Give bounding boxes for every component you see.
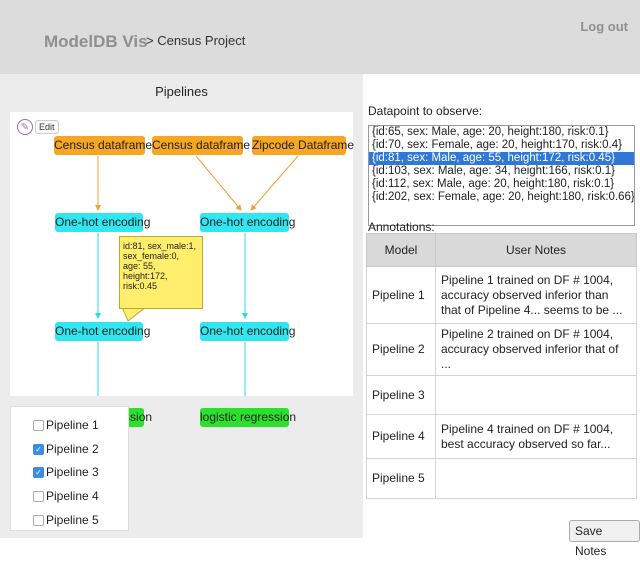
model-cell: Pipeline 2: [366, 323, 436, 376]
datapoint-tooltip: id:81, sex_male:1, sex_female:0, age: 55…: [119, 236, 203, 309]
datapoint-option[interactable]: {id:70, sex: Female, age: 20, height:170…: [369, 139, 634, 152]
checkbox[interactable]: ✓: [33, 490, 44, 502]
node-one-hot-encoding[interactable]: One-hot encoding: [200, 322, 295, 341]
save-notes-button[interactable]: Save Notes: [569, 520, 640, 558]
model-cell: Pipeline 1: [366, 266, 436, 324]
pipeline-5-toggle[interactable]: ✓ Pipeline 5: [33, 513, 99, 527]
datapoint-option[interactable]: {id:103, sex: Male, age: 34, height:166,…: [369, 165, 634, 178]
notes-cell[interactable]: [435, 458, 637, 499]
details-panel: Datapoint to observe: {id:65, sex: Male,…: [363, 74, 640, 558]
node-census-dataframe[interactable]: Census dataframe: [152, 136, 250, 155]
notes-cell[interactable]: Pipeline 2 trained on DF # 1004, accurac…: [435, 323, 637, 376]
pipeline-label: Pipeline 1: [46, 418, 99, 432]
table-row: Pipeline 1 Pipeline 1 trained on DF # 10…: [366, 266, 637, 324]
datapoint-option[interactable]: {id:202, sex: Female, age: 20, height:18…: [369, 191, 634, 204]
datapoint-listbox[interactable]: {id:65, sex: Male, age: 20, height:180, …: [368, 125, 635, 226]
tooltip-line: sex_female:0,: [123, 251, 180, 261]
pipelines-panel: Pipelines ✎ Edit Census dataframe Census…: [0, 74, 363, 538]
column-header-model: Model: [366, 233, 436, 267]
header: ModelDB Vis > Census Project Log out: [0, 0, 640, 74]
tooltip-pointer: [122, 307, 147, 322]
notes-cell[interactable]: [435, 375, 637, 415]
tooltip-line: id:81, sex_male:1,: [123, 241, 197, 251]
annotations-table: Model User Notes Pipeline 1 Pipeline 1 t…: [366, 233, 637, 499]
pipeline-3-toggle[interactable]: ✓ Pipeline 3: [33, 465, 99, 479]
edge: [195, 155, 242, 211]
datapoint-option[interactable]: {id:81, sex: Male, age: 55, height:172, …: [369, 152, 634, 165]
model-cell: Pipeline 3: [366, 375, 436, 415]
pipeline-label: Pipeline 3: [46, 465, 99, 479]
pipeline-graph: ✎ Edit Census dataframe Census dataframe…: [10, 112, 354, 427]
pipeline-checklist: ✓ Pipeline 1 ✓ Pipeline 2 ✓ Pipeline 3 ✓ Pip…: [10, 406, 129, 531]
edit-button[interactable]: ✎ Edit: [17, 119, 59, 135]
checkbox[interactable]: ✓: [33, 443, 44, 455]
checkbox[interactable]: ✓: [33, 419, 44, 431]
pipeline-1-toggle[interactable]: ✓ Pipeline 1: [33, 418, 99, 432]
datapoint-option[interactable]: {id:65, sex: Male, age: 20, height:180, …: [369, 126, 634, 139]
app-brand[interactable]: ModelDB Vis: [44, 32, 148, 52]
table-row: Pipeline 4 Pipeline 4 trained on DF # 10…: [366, 414, 637, 459]
notes-cell[interactable]: Pipeline 1 trained on DF # 1004, accurac…: [435, 266, 637, 324]
node-census-dataframe[interactable]: Census dataframe: [54, 136, 152, 155]
breadcrumb: > Census Project: [146, 33, 246, 48]
checkbox[interactable]: ✓: [33, 466, 44, 478]
datapoint-option[interactable]: {id:112, sex: Male, age: 20, height:180,…: [369, 178, 634, 191]
pipeline-label: Pipeline 5: [46, 513, 99, 527]
model-cell: Pipeline 5: [366, 458, 436, 499]
pencil-icon: ✎: [17, 119, 33, 135]
pipeline-label: Pipeline 4: [46, 489, 99, 503]
edit-label: Edit: [35, 120, 59, 134]
node-zipcode-dataframe[interactable]: Zipcode Dataframe: [252, 136, 354, 155]
model-cell: Pipeline 4: [366, 414, 436, 459]
pipeline-label: Pipeline 2: [46, 442, 99, 456]
node-one-hot-encoding[interactable]: One-hot encoding: [55, 213, 150, 232]
node-one-hot-encoding[interactable]: One-hot encoding: [200, 213, 295, 232]
table-row: Pipeline 5: [366, 458, 637, 499]
pipeline-2-toggle[interactable]: ✓ Pipeline 2: [33, 442, 99, 456]
logout-link[interactable]: Log out: [580, 19, 628, 34]
edge: [250, 155, 299, 211]
checkbox[interactable]: ✓: [33, 514, 44, 526]
notes-cell[interactable]: Pipeline 4 trained on DF # 1004, best ac…: [435, 414, 637, 459]
column-header-user-notes: User Notes: [435, 233, 637, 267]
pipelines-title: Pipelines: [155, 84, 208, 99]
pipeline-4-toggle[interactable]: ✓ Pipeline 4: [33, 489, 99, 503]
datapoint-label: Datapoint to observe:: [368, 104, 483, 118]
table-row: Pipeline 3: [366, 375, 637, 415]
table-row: Pipeline 2 Pipeline 2 trained on DF # 10…: [366, 323, 637, 376]
annotations-label: Annotations:: [368, 220, 435, 234]
tooltip-line: age: 55, height:172,: [123, 261, 168, 281]
node-logistic-regression[interactable]: logistic regression: [200, 408, 296, 427]
tooltip-line: risk:0.45: [123, 281, 158, 291]
